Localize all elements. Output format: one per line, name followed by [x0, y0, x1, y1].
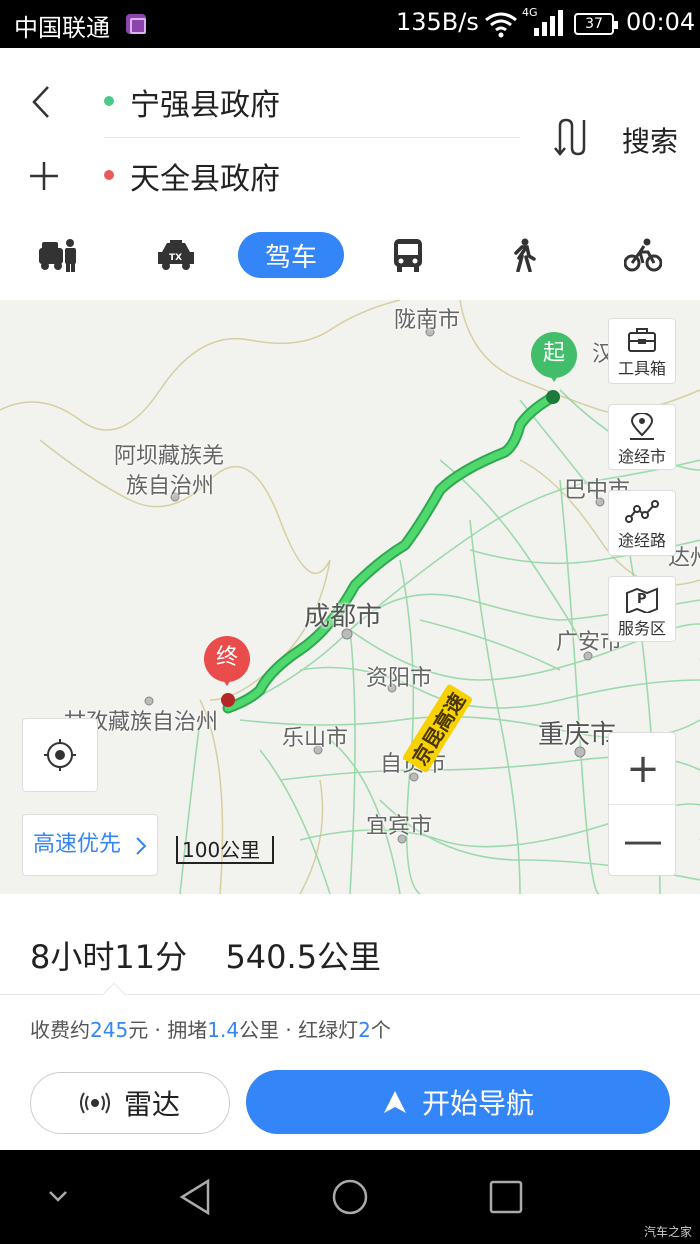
- chevron-right-icon: [136, 837, 147, 855]
- route-preference-label: 高速优先: [33, 832, 122, 857]
- parking-map-icon: P: [626, 587, 658, 613]
- radar-label: 雷达: [123, 1088, 180, 1121]
- via-road-button[interactable]: 途经路: [608, 490, 676, 556]
- radar-icon: [79, 1092, 110, 1114]
- svg-text:P: P: [637, 592, 647, 607]
- via-city-label: 途经市: [617, 447, 666, 466]
- bike-icon: [624, 238, 662, 272]
- map-label-yibin: 宜宾市: [366, 814, 433, 839]
- system-navigation-bar: 汽车之家: [0, 1150, 700, 1244]
- traffic-lights-value: 2: [358, 1018, 371, 1042]
- start-navigation-button[interactable]: 开始导航: [246, 1070, 670, 1134]
- service-area-label: 服务区: [617, 619, 666, 638]
- map-scale-label: 100公里: [182, 838, 261, 862]
- map-label-leshan: 乐山市: [282, 726, 349, 751]
- swap-icon[interactable]: [552, 118, 590, 156]
- jam-value: 1.4: [207, 1018, 240, 1042]
- battery-icon: 37: [574, 13, 618, 35]
- map-label-ziyang: 资阳市: [366, 666, 433, 691]
- route-distance: 540.5公里: [225, 938, 382, 976]
- locate-button[interactable]: [22, 718, 98, 792]
- origin-dot: [104, 96, 114, 106]
- route-main-info[interactable]: 8小时11分 540.5公里: [30, 932, 381, 978]
- route-preference-button[interactable]: 高速优先: [22, 814, 158, 876]
- via-road-label: 途经路: [617, 531, 666, 550]
- route-details: 收费约245元 · 拥堵1.4公里 · 红绿灯2个: [30, 1018, 391, 1042]
- signal-icon: 4G: [522, 6, 563, 36]
- selected-route-caret: [102, 982, 126, 1006]
- zoom-in-button[interactable]: +: [609, 733, 677, 805]
- divider: [104, 137, 520, 138]
- map-label-chongqing: 重庆市: [538, 720, 617, 750]
- walk-icon: [514, 238, 536, 272]
- map-label-aba-2: 族自治州: [126, 474, 215, 499]
- toolbox-button[interactable]: 工具箱: [608, 318, 676, 384]
- home-icon[interactable]: [331, 1178, 369, 1216]
- via-city-button[interactable]: 途经市: [608, 404, 676, 470]
- carrier-name: 中国联通: [14, 14, 110, 42]
- map-label-chengdu: 成都市: [304, 602, 383, 632]
- svg-text:TX: TX: [169, 253, 182, 263]
- map-label-aba: 阿坝藏族羌: [114, 444, 225, 469]
- tab-bike[interactable]: [620, 230, 666, 280]
- zoom-controls: + —: [608, 732, 677, 877]
- destination-field[interactable]: 天全县政府: [130, 154, 280, 198]
- status-bar: 中国联通 135B/s 4G 37 00:04: [0, 0, 700, 48]
- toolbox-icon: [628, 328, 656, 352]
- back-icon[interactable]: [178, 1178, 212, 1216]
- clock: 00:04: [626, 8, 696, 36]
- watermark: 汽车之家: [643, 1225, 692, 1239]
- search-button[interactable]: 搜索: [622, 120, 678, 160]
- location-pin-icon: [630, 413, 654, 440]
- tab-walk[interactable]: [504, 230, 544, 280]
- carpool-icon: [39, 239, 76, 272]
- start-navigation-label: 开始导航: [421, 1087, 534, 1120]
- map-scale: 100公里: [176, 836, 274, 864]
- gallery-notification-icon: [126, 14, 146, 34]
- start-pin[interactable]: 起: [531, 332, 577, 390]
- route-nodes-icon: [625, 500, 659, 523]
- service-area-button[interactable]: P 服务区: [608, 576, 676, 642]
- origin-field[interactable]: 宁强县政府: [130, 80, 280, 124]
- toolbox-label: 工具箱: [617, 359, 666, 378]
- map-label-longnan: 陇南市: [394, 308, 461, 333]
- network-speed: 135B/s: [396, 8, 479, 36]
- destination-dot: [104, 170, 114, 180]
- zoom-out-button[interactable]: —: [609, 805, 677, 877]
- route-duration: 8小时11分: [30, 938, 188, 976]
- crosshair-icon: [44, 739, 76, 771]
- tab-bus[interactable]: [386, 230, 430, 280]
- back-arrow-icon[interactable]: [26, 84, 58, 120]
- recent-apps-icon[interactable]: [489, 1180, 523, 1214]
- tab-drive[interactable]: 驾车: [238, 232, 344, 278]
- network-type: 4G: [522, 6, 538, 19]
- end-pin[interactable]: 终: [204, 636, 250, 694]
- navigation-arrow-icon: [383, 1091, 406, 1113]
- bus-icon: [394, 239, 422, 272]
- route-map[interactable]: 陇南市 阿坝藏族羌 族自治州 汉 巴中市 达州 成都市 广安市 资阳市 甘孜藏族…: [0, 300, 700, 894]
- route-header: 宁强县政府 天全县政府 搜索 TX 驾车: [0, 48, 700, 300]
- toll-value: 245: [90, 1018, 129, 1042]
- radar-button[interactable]: 雷达: [30, 1072, 230, 1134]
- add-waypoint-icon[interactable]: [28, 160, 60, 192]
- wifi-icon: [485, 12, 517, 38]
- tab-taxi[interactable]: TX: [150, 230, 202, 280]
- chevron-down-icon[interactable]: [48, 1190, 68, 1204]
- route-summary: 8小时11分 540.5公里 收费约245元 · 拥堵1.4公里 · 红绿灯2个…: [0, 894, 700, 1150]
- transport-mode-tabs: TX 驾车: [0, 230, 700, 280]
- taxi-icon: TX: [158, 240, 194, 270]
- tab-carpool[interactable]: [34, 230, 82, 280]
